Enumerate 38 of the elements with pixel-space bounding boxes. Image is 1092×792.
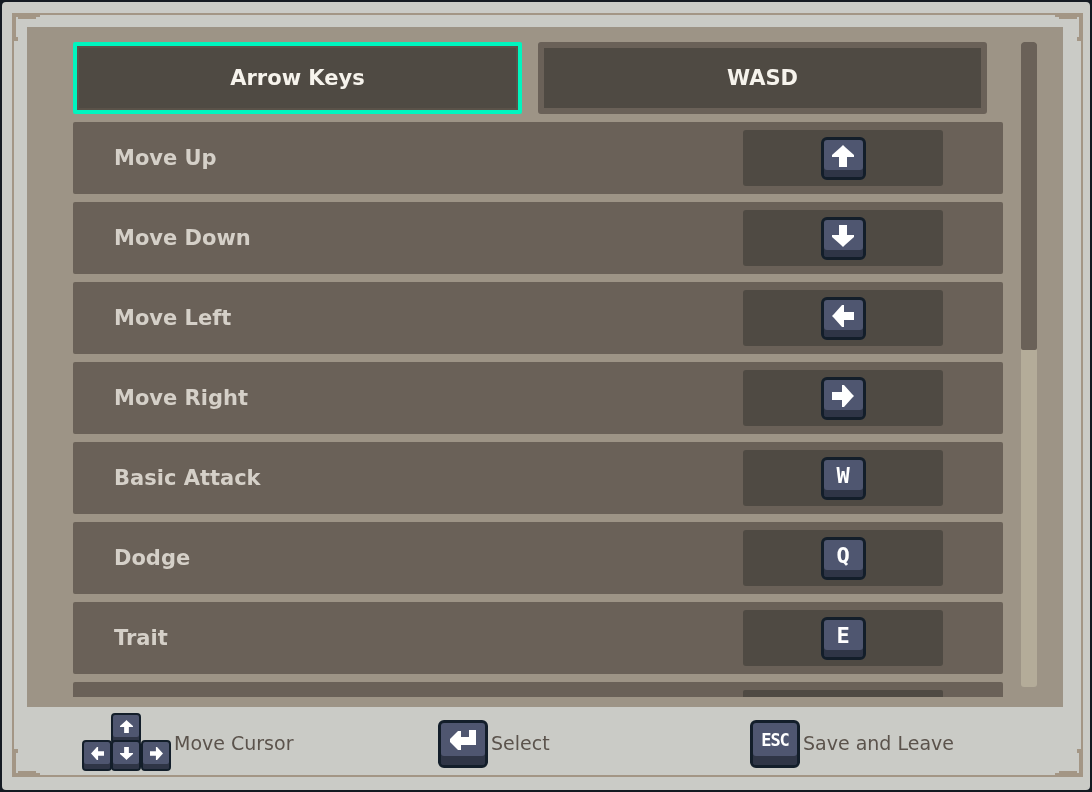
- keycap: Q: [820, 536, 866, 580]
- action-label: Dodge: [114, 546, 191, 570]
- keycap: ESC: [750, 720, 800, 768]
- right-arrow-icon: [832, 384, 854, 407]
- enter-key-icon: [438, 720, 488, 768]
- scrollbar-thumb[interactable]: [1021, 42, 1037, 350]
- binding-row[interactable]: Trait E: [73, 602, 1003, 674]
- action-label: Basic Attack: [114, 466, 261, 490]
- key-slot[interactable]: [743, 290, 943, 346]
- binding-row[interactable]: Move Down: [73, 202, 1003, 274]
- key-slot[interactable]: [743, 210, 943, 266]
- keycap: W: [820, 456, 866, 500]
- hint-label: Save and Leave: [803, 731, 954, 754]
- binding-row[interactable]: Basic Attack W: [73, 442, 1003, 514]
- key-slot[interactable]: Q: [743, 530, 943, 586]
- tab[interactable]: WASD: [538, 42, 987, 114]
- hint-label: Move Cursor: [174, 731, 294, 754]
- binding-row[interactable]: Move Right: [73, 362, 1003, 434]
- action-label: Move Right: [114, 386, 248, 410]
- action-label: Trait: [114, 626, 168, 650]
- key-slot[interactable]: [743, 370, 943, 426]
- action-label: Move Up: [114, 146, 217, 170]
- key-slot[interactable]: E: [743, 610, 943, 666]
- key-slot[interactable]: [743, 130, 943, 186]
- key-slot[interactable]: W: [743, 450, 943, 506]
- hint-label: Select: [491, 731, 550, 754]
- binding-row[interactable]: Dodge Q: [73, 522, 1003, 594]
- keycap: E: [820, 616, 866, 660]
- down-arrow-icon: [832, 224, 854, 247]
- action-label: Move Left: [114, 306, 232, 330]
- tab[interactable]: Arrow Keys: [73, 42, 522, 114]
- binding-row[interactable]: Move Left: [73, 282, 1003, 354]
- left-arrow-icon: [832, 304, 854, 327]
- action-label: Move Down: [114, 226, 251, 250]
- arrow-keys-icon: [82, 713, 171, 771]
- binding-row[interactable]: Move Up: [73, 122, 1003, 194]
- scrollbar-track[interactable]: [1021, 42, 1037, 687]
- up-arrow-icon: [832, 144, 854, 167]
